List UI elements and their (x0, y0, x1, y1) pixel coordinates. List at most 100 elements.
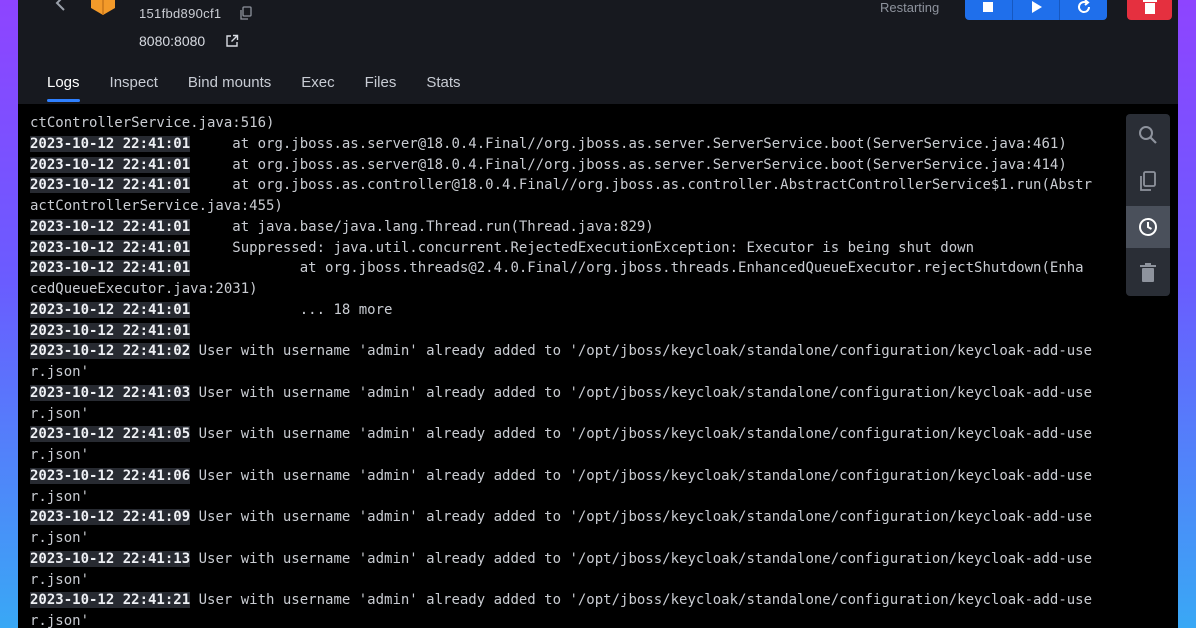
log-message: User with username 'admin' already added… (190, 426, 1093, 443)
log-line: 2023-10-12 22:41:05 User with username '… (30, 424, 1125, 445)
log-viewer[interactable]: ctControllerService.java:516) 2023-10-12 … (18, 104, 1178, 628)
log-line: 2023-10-12 22:41:01 at org.jboss.as.cont… (30, 175, 1125, 196)
log-message: at org.jboss.as.server@18.0.4.Final//org… (190, 135, 1067, 152)
log-timestamp: 2023-10-12 22:41:01 (30, 301, 191, 318)
log-line: actControllerService.java:455) (30, 196, 1125, 217)
log-message: r.json' (30, 364, 90, 380)
log-timestamp: 2023-10-12 22:41:01 (30, 218, 191, 235)
trash-icon (1142, 0, 1157, 15)
start-button[interactable] (1012, 0, 1061, 20)
log-lines: ctControllerService.java:516) 2023-10-12 … (30, 113, 1125, 628)
log-line: ctControllerService.java:516) (30, 113, 1125, 134)
restart-icon (1077, 0, 1090, 14)
log-line: r.json' (30, 362, 1125, 383)
log-line: 2023-10-12 22:41:01 at org.jboss.threads… (30, 258, 1125, 279)
log-line: cedQueueExecutor.java:2031) (30, 279, 1125, 300)
log-message: r.json' (30, 447, 90, 463)
toggle-timestamps-button[interactable] (1126, 206, 1170, 248)
delete-button[interactable] (1127, 0, 1172, 20)
status-badge: Restarting (880, 0, 940, 15)
log-message: r.json' (30, 488, 90, 505)
log-message: User with username 'admin' already added… (190, 467, 1093, 484)
tab-exec[interactable]: Exec (288, 64, 347, 102)
play-icon (1032, 1, 1042, 14)
log-message: actControllerService.java:455) (30, 198, 283, 214)
clear-logs-button[interactable] (1126, 252, 1170, 294)
external-link-icon[interactable] (225, 34, 239, 48)
tab-files[interactable]: Files (352, 64, 410, 102)
log-message: at org.jboss.threads@2.4.0.Final//org.jb… (190, 260, 1084, 277)
log-line: 2023-10-12 22:41:21 User with username '… (30, 590, 1125, 611)
log-message: Suppressed: java.util.concurrent.Rejecte… (190, 239, 975, 256)
log-message: at org.jboss.as.server@18.0.4.Final//org… (190, 156, 1067, 173)
log-message: r.json' (30, 405, 90, 422)
log-timestamp: 2023-10-12 22:41:01 (30, 177, 191, 194)
container-id: 151fbd890cf1 (139, 6, 222, 21)
log-timestamp: 2023-10-12 22:41:01 (30, 156, 191, 173)
log-timestamp: 2023-10-12 22:41:01 (30, 135, 191, 152)
log-line: 2023-10-12 22:41:01 ... 18 more (30, 300, 1125, 321)
log-line: 2023-10-12 22:41:01 (30, 321, 1125, 342)
tab-logs[interactable]: Logs (34, 64, 93, 102)
stop-icon (983, 2, 994, 13)
log-line: 2023-10-12 22:41:03 User with username '… (30, 383, 1125, 404)
log-timestamp: 2023-10-12 22:41:21 (30, 592, 191, 609)
log-timestamp: 2023-10-12 22:41:06 (30, 467, 191, 484)
log-message: ... 18 more (190, 301, 393, 318)
log-timestamp: 2023-10-12 22:41:13 (30, 550, 191, 567)
log-line: r.json' (30, 404, 1125, 425)
cube-icon (86, 0, 120, 16)
log-message: User with username 'admin' already added… (190, 592, 1093, 609)
log-message: cedQueueExecutor.java:2031) (30, 281, 258, 297)
copy-icon (1140, 171, 1156, 191)
log-toolbar (1126, 114, 1170, 296)
log-line: r.json' (30, 445, 1125, 466)
tab-stats[interactable]: Stats (413, 64, 473, 102)
log-line: 2023-10-12 22:41:01 at org.jboss.as.serv… (30, 155, 1125, 176)
log-timestamp: 2023-10-12 22:41:05 (30, 426, 191, 443)
container-header: 151fbd890cf1 8080:8080 Restarting (18, 0, 1178, 60)
log-line: r.json' (30, 487, 1125, 508)
log-timestamp: 2023-10-12 22:41:02 (30, 343, 191, 360)
search-icon (1139, 126, 1157, 144)
copy-logs-button[interactable] (1126, 160, 1170, 202)
log-message: ctControllerService.java:516) (30, 115, 275, 131)
log-timestamp: 2023-10-12 22:41:01 (30, 322, 191, 339)
search-logs-button[interactable] (1126, 114, 1170, 156)
log-timestamp: 2023-10-12 22:41:01 (30, 239, 191, 256)
log-line: 2023-10-12 22:41:02 User with username '… (30, 341, 1125, 362)
log-line: r.json' (30, 570, 1125, 591)
log-message: r.json' (30, 571, 90, 588)
log-line: 2023-10-12 22:41:01 Suppressed: java.uti… (30, 238, 1125, 259)
log-line: 2023-10-12 22:41:09 User with username '… (30, 507, 1125, 528)
log-message: User with username 'admin' already added… (190, 343, 1093, 360)
log-line: 2023-10-12 22:41:13 User with username '… (30, 549, 1125, 570)
container-details-window: 151fbd890cf1 8080:8080 Restarting Logs I… (18, 0, 1178, 628)
log-line: r.json' (30, 528, 1125, 549)
stop-button[interactable] (965, 0, 1013, 20)
log-line: 2023-10-12 22:41:01 at java.base/java.la… (30, 217, 1125, 238)
tab-bar: Logs Inspect Bind mounts Exec Files Stat… (18, 64, 1178, 102)
port-link[interactable]: 8080:8080 (139, 33, 205, 49)
log-message: User with username 'admin' already added… (190, 550, 1093, 567)
log-timestamp: 2023-10-12 22:41:09 (30, 509, 191, 526)
clock-icon (1139, 218, 1157, 236)
trash-icon (1140, 263, 1156, 282)
log-message: r.json' (30, 613, 90, 628)
back-arrow-icon[interactable] (50, 0, 72, 14)
copy-icon[interactable] (239, 6, 253, 20)
log-message: at java.base/java.lang.Thread.run(Thread… (190, 218, 654, 235)
tab-bind-mounts[interactable]: Bind mounts (175, 64, 284, 102)
tab-inspect[interactable]: Inspect (97, 64, 171, 102)
container-actions (965, 0, 1107, 20)
log-message: User with username 'admin' already added… (190, 384, 1093, 401)
log-line: 2023-10-12 22:41:01 at org.jboss.as.serv… (30, 134, 1125, 155)
restart-button[interactable] (1060, 0, 1107, 20)
log-message: r.json' (30, 530, 90, 546)
log-timestamp: 2023-10-12 22:41:01 (30, 260, 191, 277)
log-message: at org.jboss.as.controller@18.0.4.Final/… (190, 177, 1093, 194)
log-timestamp: 2023-10-12 22:41:03 (30, 384, 191, 401)
log-line: r.json' (30, 611, 1125, 628)
log-line: 2023-10-12 22:41:06 User with username '… (30, 466, 1125, 487)
log-message: User with username 'admin' already added… (190, 509, 1093, 526)
